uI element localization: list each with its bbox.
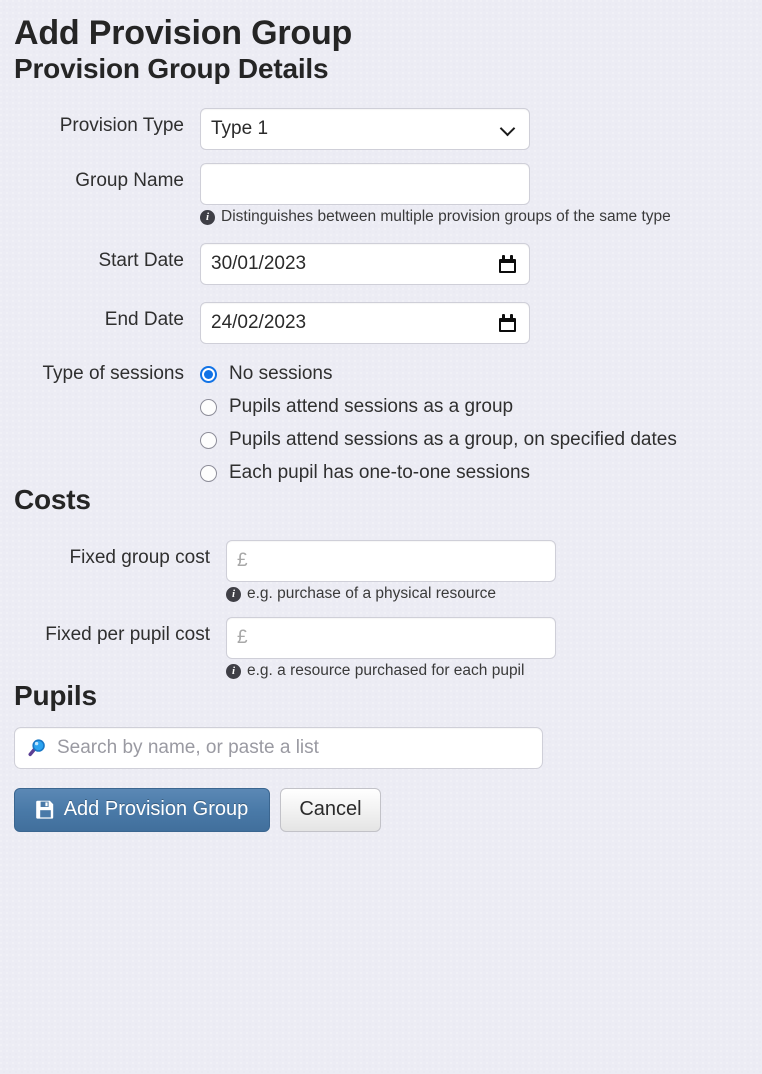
radio-label: Each pupil has one-to-one sessions bbox=[229, 462, 531, 484]
form-actions: Add Provision Group Cancel bbox=[14, 787, 748, 832]
fixed-per-pupil-cost-input[interactable]: £ bbox=[226, 617, 556, 660]
radio-label: No sessions bbox=[229, 363, 333, 385]
hint-group-name: i Distinguishes between multiple provisi… bbox=[200, 208, 671, 226]
label-provision-type: Provision Type bbox=[59, 115, 184, 137]
fixed-group-cost-control: £ i e.g. purchase of a physical resource bbox=[226, 540, 556, 603]
info-icon: i bbox=[200, 209, 215, 225]
pupil-search-row: Search by name, or paste a list bbox=[14, 726, 748, 769]
field-row-session-type: Type of sessions No sessions Pupils atte… bbox=[14, 363, 748, 484]
radio-label: Pupils attend sessions as a group, on sp… bbox=[229, 429, 677, 451]
section-title-pupils: Pupils bbox=[14, 680, 97, 712]
fixed-group-cost-input[interactable]: £ bbox=[226, 540, 556, 583]
provision-type-value: Type 1 bbox=[211, 118, 269, 140]
radio-option-one-to-one[interactable]: Each pupil has one-to-one sessions bbox=[200, 462, 677, 484]
fixed-per-pupil-cost-control: £ i e.g. a resource purchased for each p… bbox=[226, 617, 556, 680]
cancel-button[interactable]: Cancel bbox=[280, 787, 381, 832]
radio-indicator[interactable] bbox=[200, 365, 217, 383]
pupil-search-input[interactable]: Search by name, or paste a list bbox=[14, 726, 543, 769]
field-row-provision-type: Provision Type Type 1 bbox=[14, 108, 748, 151]
fixed-group-cost-placeholder: £ bbox=[237, 550, 248, 572]
radio-label: Pupils attend sessions as a group bbox=[229, 396, 514, 418]
start-date-value: 30/01/2023 bbox=[211, 253, 307, 275]
group-name-control: i Distinguishes between multiple provisi… bbox=[200, 163, 671, 226]
pupil-search-placeholder: Search by name, or paste a list bbox=[57, 736, 319, 758]
field-row-end-date: End Date 24/02/2023 bbox=[14, 302, 748, 345]
section-title-details: Provision Group Details bbox=[14, 53, 329, 85]
info-icon: i bbox=[226, 663, 241, 679]
hint-fixed-group-cost-text: e.g. purchase of a physical resource bbox=[247, 585, 496, 603]
fixed-per-pupil-cost-placeholder: £ bbox=[237, 627, 248, 649]
section-title-costs: Costs bbox=[14, 484, 91, 516]
label-start-date: Start Date bbox=[98, 250, 184, 272]
save-icon bbox=[35, 800, 55, 819]
radio-option-group-specified-dates[interactable]: Pupils attend sessions as a group, on sp… bbox=[200, 429, 677, 451]
field-row-start-date: Start Date 30/01/2023 bbox=[14, 243, 748, 286]
search-icon bbox=[27, 738, 47, 758]
chevron-down-icon bbox=[501, 122, 515, 136]
radio-indicator[interactable] bbox=[200, 431, 217, 449]
page-title: Add Provision Group bbox=[14, 14, 353, 52]
group-name-input[interactable] bbox=[200, 163, 530, 206]
hint-fixed-per-pupil-cost-text: e.g. a resource purchased for each pupil bbox=[247, 662, 525, 680]
label-end-date: End Date bbox=[104, 309, 184, 331]
add-provision-group-page: Add Provision Group Provision Group Deta… bbox=[0, 14, 762, 832]
radio-indicator[interactable] bbox=[200, 464, 217, 482]
start-date-input[interactable]: 30/01/2023 bbox=[200, 243, 530, 286]
provision-type-select[interactable]: Type 1 bbox=[200, 108, 530, 151]
end-date-value: 24/02/2023 bbox=[211, 312, 307, 334]
start-date-control: 30/01/2023 bbox=[200, 243, 530, 286]
hint-fixed-per-pupil-cost: i e.g. a resource purchased for each pup… bbox=[226, 662, 556, 680]
radio-option-no-sessions[interactable]: No sessions bbox=[200, 363, 677, 385]
add-provision-group-label: Add Provision Group bbox=[63, 798, 249, 821]
session-type-radio-group: No sessions Pupils attend sessions as a … bbox=[200, 363, 677, 484]
calendar-icon[interactable] bbox=[499, 255, 516, 274]
provision-type-control: Type 1 bbox=[200, 108, 530, 151]
label-session-type: Type of sessions bbox=[42, 363, 184, 385]
end-date-input[interactable]: 24/02/2023 bbox=[200, 302, 530, 345]
hint-fixed-group-cost: i e.g. purchase of a physical resource bbox=[226, 585, 556, 603]
info-icon: i bbox=[226, 586, 241, 602]
field-row-fixed-per-pupil-cost: Fixed per pupil cost £ i e.g. a resource… bbox=[14, 617, 748, 680]
hint-group-name-text: Distinguishes between multiple provision… bbox=[221, 208, 671, 226]
field-row-fixed-group-cost: Fixed group cost £ i e.g. purchase of a … bbox=[14, 540, 748, 603]
field-row-group-name: Group Name i Distinguishes between multi… bbox=[14, 163, 748, 226]
label-fixed-per-pupil-cost: Fixed per pupil cost bbox=[45, 624, 210, 646]
label-group-name: Group Name bbox=[75, 170, 184, 192]
label-fixed-group-cost: Fixed group cost bbox=[69, 547, 210, 569]
cancel-label: Cancel bbox=[299, 798, 362, 821]
radio-option-group-sessions[interactable]: Pupils attend sessions as a group bbox=[200, 396, 677, 418]
add-provision-group-button[interactable]: Add Provision Group bbox=[14, 787, 270, 832]
calendar-icon[interactable] bbox=[499, 314, 516, 333]
radio-indicator[interactable] bbox=[200, 398, 217, 416]
end-date-control: 24/02/2023 bbox=[200, 302, 530, 345]
